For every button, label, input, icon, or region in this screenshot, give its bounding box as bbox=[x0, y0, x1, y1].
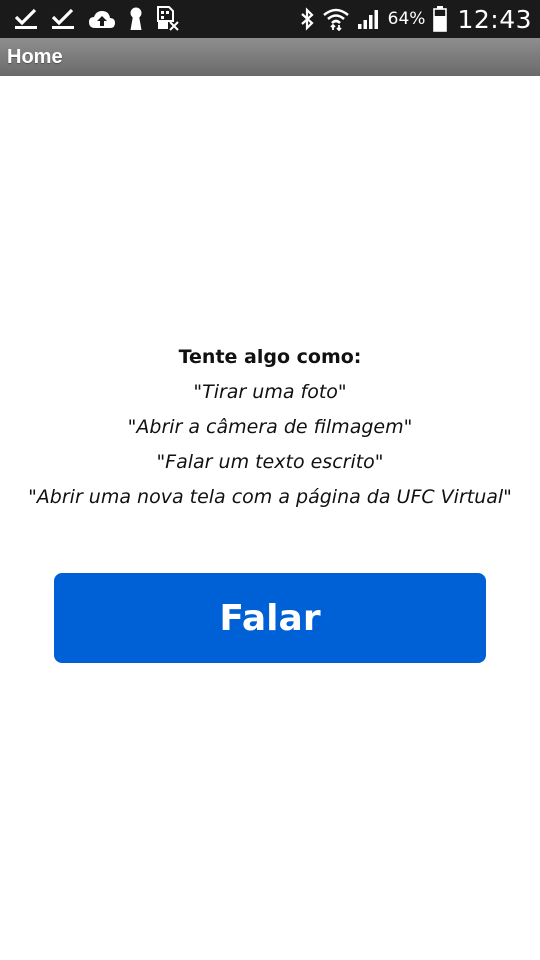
wifi-icon bbox=[322, 7, 349, 31]
speak-button[interactable]: Falar bbox=[54, 573, 486, 663]
hint-heading: Tente algo como: bbox=[178, 346, 362, 368]
clock: 12:43 bbox=[457, 4, 532, 34]
notification-icons bbox=[14, 6, 193, 32]
hint-example: "Abrir uma nova tela com a página da UFC… bbox=[28, 486, 512, 508]
check-icon bbox=[51, 8, 75, 30]
hint-example: "Abrir a câmera de filmagem" bbox=[127, 416, 413, 438]
cell-signal-icon bbox=[357, 8, 381, 30]
status-bar: 64% 12:43 bbox=[0, 0, 540, 38]
bluetooth-icon bbox=[299, 7, 315, 31]
action-bar: Home bbox=[0, 38, 540, 76]
hint-example: "Falar um texto escrito" bbox=[156, 451, 384, 473]
hint-example: "Tirar uma foto" bbox=[193, 381, 347, 403]
battery-icon bbox=[433, 6, 448, 32]
keyhole-icon bbox=[129, 7, 143, 31]
sim-no-signal-icon bbox=[156, 6, 180, 32]
page-title: Home bbox=[7, 45, 63, 68]
cloud-upload-icon bbox=[88, 9, 116, 29]
check-icon bbox=[14, 8, 38, 30]
voice-command-hints: Tente algo como: "Tirar uma foto" "Abrir… bbox=[0, 340, 540, 515]
battery-percent: 64% bbox=[387, 9, 426, 29]
system-icons: 64% 12:43 bbox=[291, 5, 532, 34]
